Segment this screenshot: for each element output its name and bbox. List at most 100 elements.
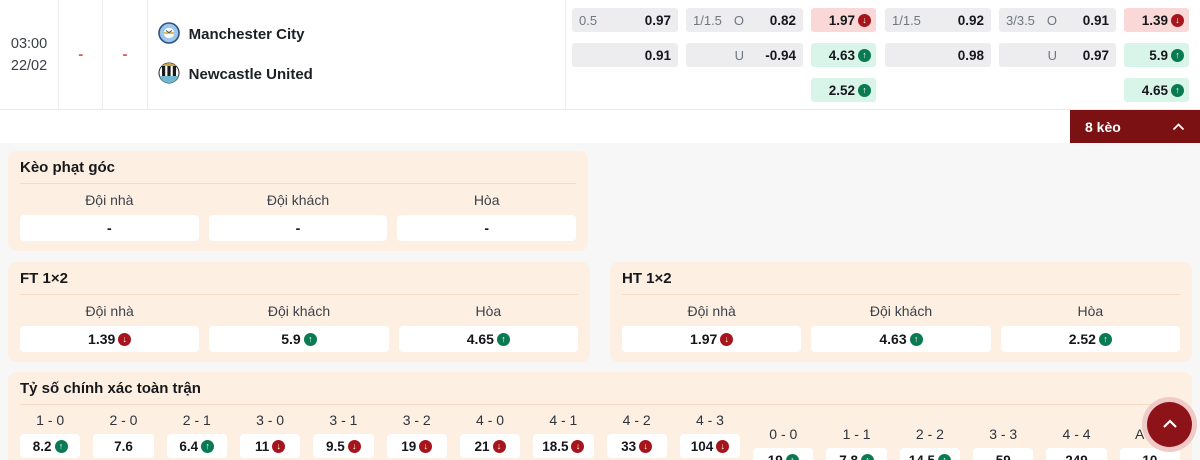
home-1x2-cell-g1[interactable]: 1.97 <box>811 8 876 32</box>
trend-down-icon <box>1171 14 1184 27</box>
hdp-away-cell-g1[interactable]: 0.91 <box>572 43 678 67</box>
score-label: 0 - 0 <box>753 425 813 443</box>
odds-value: - <box>484 220 489 236</box>
draw-1x2-odds: 4.65 <box>1142 83 1168 98</box>
score-odds-cell[interactable]: 19 <box>753 448 813 460</box>
score-odds-cell[interactable]: 249 <box>1046 448 1106 460</box>
score-col-3-0: 3 - 0 11 129 <box>240 411 300 460</box>
trend-up-icon <box>1171 49 1184 62</box>
hdp-away-cell-g2[interactable]: 0.98 <box>885 43 991 67</box>
odds-value: 5.9 <box>281 331 300 347</box>
hdp-home-cell-g1[interactable]: 0.5 0.97 <box>572 8 678 32</box>
ht-away-cell[interactable]: 4.63 <box>811 326 990 352</box>
score-odds-cell[interactable]: 7.6 <box>93 434 153 458</box>
score-odds-cell[interactable]: 10 <box>1120 448 1180 460</box>
score-col-4-2: 4 - 2 33 199 <box>607 411 667 460</box>
score-col-4-0: 4 - 0 21 249 <box>460 411 520 460</box>
trend-down-icon <box>419 440 432 453</box>
draw-1x2-cell-g2[interactable]: 4.65 <box>1124 78 1189 102</box>
score-odds-cell[interactable]: 33 <box>607 434 667 458</box>
away-1x2-odds: 4.63 <box>829 48 855 63</box>
score-odds-cell[interactable]: 6.4 <box>167 434 227 458</box>
trend-down-icon <box>639 440 652 453</box>
score-odds-cell[interactable]: 7.8 <box>826 448 886 460</box>
odds-value: 7.8 <box>839 453 858 460</box>
manchester-city-logo-icon <box>158 22 180 48</box>
odds-value: 59 <box>996 453 1011 460</box>
score-odds-cell[interactable]: 18.5 <box>533 434 593 458</box>
score-odds-cell[interactable]: 21 <box>460 434 520 458</box>
score-label: 2 - 0 <box>93 411 153 429</box>
trend-up-icon <box>201 440 214 453</box>
away-1x2-cell-g2[interactable]: 5.9 <box>1124 43 1189 67</box>
draw-1x2-cell-g1[interactable]: 2.52 <box>811 78 876 102</box>
ft-away-cell[interactable]: 5.9 <box>209 326 388 352</box>
scroll-to-top-button[interactable] <box>1147 402 1192 447</box>
away-header: Đội khách <box>209 190 388 210</box>
score-col-0-0: 0 - 0 19 <box>753 411 813 460</box>
hdp-home-odds: 0.92 <box>958 13 984 28</box>
score-odds-cell[interactable]: 8.2 <box>20 434 80 458</box>
score-label: 2 - 1 <box>167 411 227 429</box>
odds-value: 4.63 <box>879 331 906 347</box>
over-odds: 0.82 <box>754 13 796 28</box>
score-odds-cell[interactable]: 19 <box>387 434 447 458</box>
score-odds-cell[interactable]: 9.5 <box>313 434 373 458</box>
corner-odds-panel: Kèo phạt góc Đội nhà Đội khách Hòa - - - <box>8 151 588 251</box>
ou-line: 3/3.5 <box>1006 13 1035 28</box>
ht-1x2-panel: HT 1×2 Đội nhà Đội khách Hòa 1.97 4.63 2… <box>610 262 1192 362</box>
score-label: 4 - 1 <box>533 411 593 429</box>
trend-down-icon <box>858 14 871 27</box>
away-header: Đội khách <box>209 301 388 321</box>
ft-panel-title: FT 1×2 <box>20 270 578 295</box>
ht-draw-cell[interactable]: 2.52 <box>1001 326 1180 352</box>
keo-count-button[interactable]: 8 kèo <box>1070 110 1200 143</box>
score-column-1: - <box>59 0 103 109</box>
ou-over-cell-g1[interactable]: 1/1.5 O 0.82 <box>686 8 803 32</box>
score-label: 4 - 0 <box>460 411 520 429</box>
trend-down-icon <box>571 440 584 453</box>
match-date: 22/02 <box>11 58 47 74</box>
ft-home-cell[interactable]: 1.39 <box>20 326 199 352</box>
score-odds-cell[interactable]: 11 <box>240 434 300 458</box>
trend-up-icon <box>497 333 510 346</box>
corner-home-cell: - <box>20 215 199 241</box>
odds-value: 18.5 <box>542 439 568 454</box>
ou-under-cell-g2[interactable]: U 0.97 <box>999 43 1116 67</box>
ht-home-cell[interactable]: 1.97 <box>622 326 801 352</box>
over-odds: 0.91 <box>1067 13 1109 28</box>
home-1x2-odds: 1.39 <box>1142 13 1168 28</box>
under-label: U <box>1048 48 1057 63</box>
ou-under-cell-g1[interactable]: U -0.94 <box>686 43 803 67</box>
score-odds-cell[interactable]: 59 <box>973 448 1033 460</box>
hdp-away-odds: 0.98 <box>958 48 984 63</box>
home-1x2-cell-g2[interactable]: 1.39 <box>1124 8 1189 32</box>
trend-down-icon <box>493 440 506 453</box>
score-col-4-4: 4 - 4 249 <box>1046 411 1106 460</box>
match-row: 03:00 22/02 - - Manchester City <box>0 0 1200 110</box>
ft-1x2-panel: FT 1×2 Đội nhà Đội khách Hòa 1.39 5.9 4.… <box>8 262 590 362</box>
score-odds-cell[interactable]: 104 <box>680 434 740 458</box>
spacer <box>572 78 678 102</box>
odds-value: 1.97 <box>690 331 717 347</box>
odds-value: 10 <box>1142 453 1157 460</box>
trend-up-icon <box>938 454 951 460</box>
odds-value: 19 <box>401 439 416 454</box>
home-team-row[interactable]: Manchester City <box>158 22 565 48</box>
ou-over-cell-g2[interactable]: 3/3.5 O 0.91 <box>999 8 1116 32</box>
match-time: 03:00 <box>11 36 47 52</box>
away-1x2-odds: 5.9 <box>1149 48 1168 63</box>
score-col-3-1: 3 - 1 9.5 54 <box>313 411 373 460</box>
away-team-row[interactable]: Newcastle United <box>158 62 565 88</box>
score-label: 4 - 4 <box>1046 425 1106 443</box>
score-label: 3 - 2 <box>387 411 447 429</box>
trend-down-icon <box>716 440 729 453</box>
trend-down-icon <box>272 440 285 453</box>
hdp-home-odds: 0.97 <box>645 13 671 28</box>
trend-up-icon <box>861 454 874 460</box>
away-1x2-cell-g1[interactable]: 4.63 <box>811 43 876 67</box>
odds-value: 1.39 <box>88 331 115 347</box>
ft-draw-cell[interactable]: 4.65 <box>399 326 578 352</box>
score-odds-cell[interactable]: 14.5 <box>900 448 960 460</box>
hdp-home-cell-g2[interactable]: 1/1.5 0.92 <box>885 8 991 32</box>
